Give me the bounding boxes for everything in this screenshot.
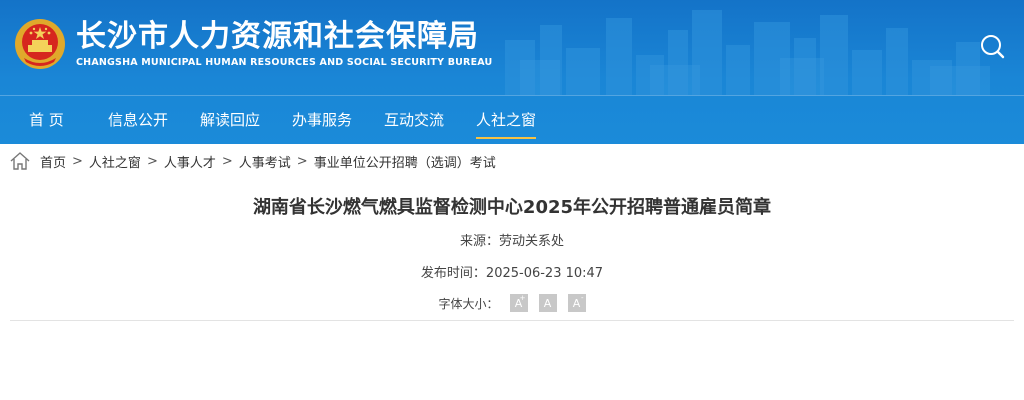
font-size-decrease-label: A — [572, 296, 581, 310]
search-icon[interactable] — [978, 32, 1006, 60]
breadcrumb-separator: > — [221, 153, 233, 169]
article-source: 来源：劳动关系处 — [459, 234, 564, 249]
font-size-label: 字体大小： — [438, 296, 499, 311]
nav-item-interpretation[interactable]: 解读回应 — [200, 109, 260, 130]
article-title: 湖南省长沙燃气燃具监督检测中心2025年公开招聘普通雇员简章 — [252, 197, 772, 218]
nav-item-interaction[interactable]: 互动交流 — [384, 109, 444, 130]
site-header: 长沙市人力资源和社会保障局 CHANGSHA MUNICIPAL HUMAN R… — [0, 0, 1024, 144]
font-size-control: 字体大小： A + A A- — [0, 294, 1024, 312]
site-subtitle-en: CHANGSHA MUNICIPAL HUMAN RESOURCES AND S… — [76, 57, 493, 68]
font-size-increase-button[interactable]: A + — [509, 294, 528, 312]
breadcrumb-separator: > — [296, 153, 308, 169]
font-size-default-button[interactable]: A — [538, 294, 557, 312]
nav-item-hrss-window[interactable]: 人社之窗 — [476, 109, 537, 139]
breadcrumb-home[interactable]: 首页 — [40, 152, 66, 171]
breadcrumb-personnel-exam[interactable]: 人事考试 — [239, 152, 291, 171]
font-size-decrease-button[interactable]: A- — [567, 294, 586, 312]
national-emblem-icon — [15, 19, 65, 69]
nav-item-info-disclosure[interactable]: 信息公开 — [108, 109, 168, 130]
breadcrumb-personnel-talent[interactable]: 人事人才 — [164, 152, 216, 171]
breadcrumb-hrss-window[interactable]: 人社之窗 — [89, 152, 141, 171]
nav-item-home[interactable]: 首 页 — [29, 109, 64, 130]
breadcrumb: 首页 > 人社之窗 > 人事人才 > 人事考试 > 事业单位公开招聘（选调）考试 — [0, 144, 1024, 178]
main-nav: 首 页 信息公开 解读回应 办事服务 互动交流 人社之窗 — [0, 95, 1024, 144]
site-title: 长沙市人力资源和社会保障局 — [76, 19, 479, 54]
site-logo[interactable]: 长沙市人力资源和社会保障局 CHANGSHA MUNICIPAL HUMAN R… — [14, 18, 492, 70]
article-publish-time: 发布时间：2025-06-23 10:47 — [420, 266, 604, 281]
breadcrumb-separator: > — [72, 153, 83, 169]
breadcrumb-current[interactable]: 事业单位公开招聘（选调）考试 — [314, 152, 496, 171]
breadcrumb-separator: > — [146, 153, 158, 169]
content-divider — [10, 320, 1014, 321]
home-icon — [10, 152, 30, 170]
nav-item-services[interactable]: 办事服务 — [292, 109, 352, 130]
font-size-default-label: A — [543, 296, 552, 310]
